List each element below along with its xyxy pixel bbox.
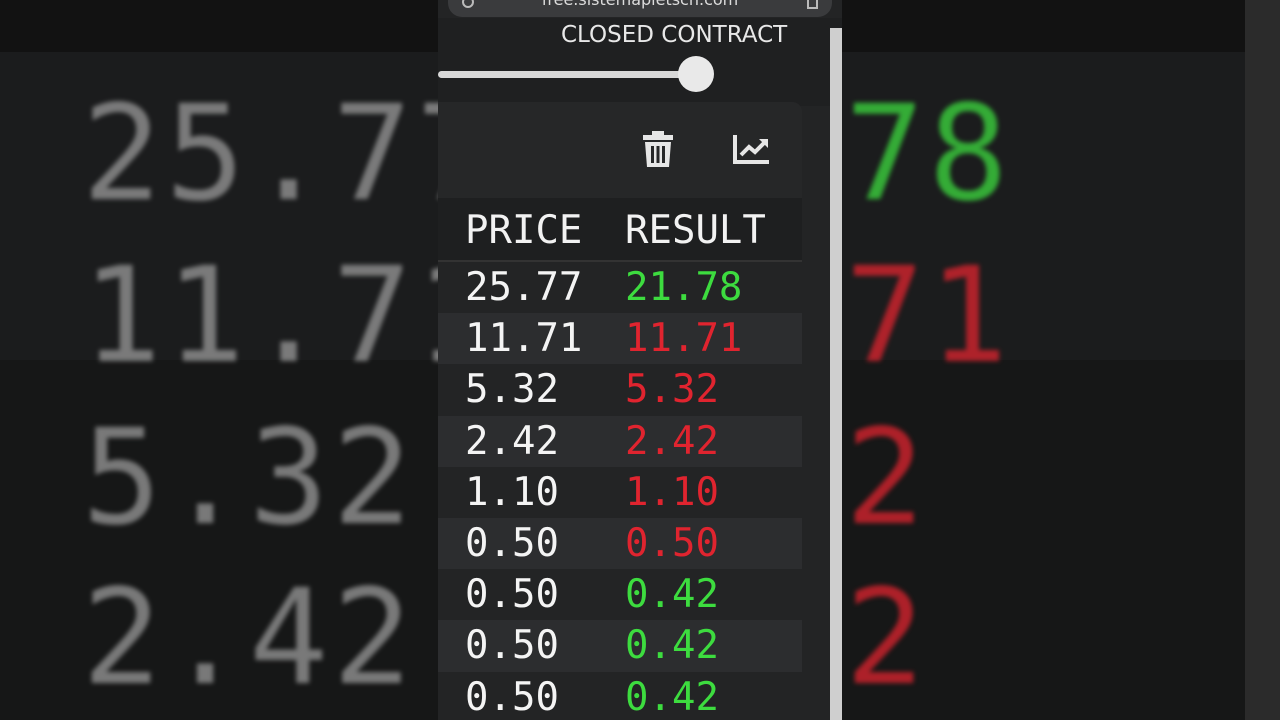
result-cell: 11.71 [625,316,743,362]
bg-price-text: 25.77 [82,77,500,231]
price-column-header: PRICE [465,208,583,253]
result-cell: 0.50 [625,520,719,566]
price-cell: 5.32 [465,367,559,413]
share-icon[interactable] [807,0,818,9]
bg-price-text: 11.71 [82,239,500,393]
result-column-header: RESULT [625,208,766,253]
result-cell: 1.10 [625,469,719,515]
bg-result-text: 2 [845,401,929,555]
bg-result-text: 78 [845,77,1012,231]
table-row: 0.50 0.42 [438,569,802,621]
closed-contract-label[interactable]: CLOSED CONTRACT [561,22,830,48]
trash-icon[interactable] [643,131,673,167]
result-cell: 0.42 [625,623,719,669]
table-row: 25.77 21.78 [438,262,802,314]
bg-price-text: 2.42 [82,561,416,715]
url-text: free.sistemapletsch.com [542,0,739,20]
price-cell: 0.50 [465,674,559,720]
table-row: 0.50 0.50 [438,517,802,570]
contract-slider-track[interactable] [438,71,694,78]
price-cell: 1.10 [465,469,559,515]
result-cell: 0.42 [625,572,719,618]
result-cell: 0.42 [625,674,719,720]
price-cell: 2.42 [465,418,559,464]
results-card: PRICE RESULT 25.77 21.78 11.71 11.71 5.3… [438,102,802,720]
bg-result-text: 71 [845,239,1012,393]
table-row: 0.50 0.42 [438,671,802,720]
price-cell: 0.50 [465,623,559,669]
bg-result-text: 2 [845,561,929,715]
bg-price-text: 5.32 [82,401,416,555]
table-row: 11.71 11.71 [438,313,802,365]
page-scrollbar[interactable] [830,28,842,720]
price-cell: 25.77 [465,265,583,310]
table-row: 5.32 5.32 [438,364,802,416]
result-cell: 2.42 [625,418,719,464]
results-table-body: 25.77 21.78 11.71 11.71 5.32 5.32 2.42 2… [438,262,802,720]
table-header: PRICE RESULT [438,198,802,262]
result-cell: 21.78 [625,265,743,310]
card-toolbar [438,102,802,198]
trending-chart-icon[interactable] [733,133,771,165]
bg-scrollbar [1245,0,1280,720]
price-cell: 11.71 [465,316,583,362]
address-bar[interactable]: free.sistemapletsch.com [448,0,832,17]
site-settings-icon[interactable] [462,0,474,8]
price-cell: 0.50 [465,520,559,566]
result-cell: 5.32 [625,367,719,413]
contract-slider-thumb[interactable] [678,56,714,92]
table-row: 2.42 2.42 [438,415,802,467]
table-row: 0.50 0.42 [438,620,802,672]
table-row: 1.10 1.10 [438,466,802,518]
price-cell: 0.50 [465,572,559,618]
phone-screen: free.sistemapletsch.com CT CLOSED CONTRA… [438,0,842,720]
